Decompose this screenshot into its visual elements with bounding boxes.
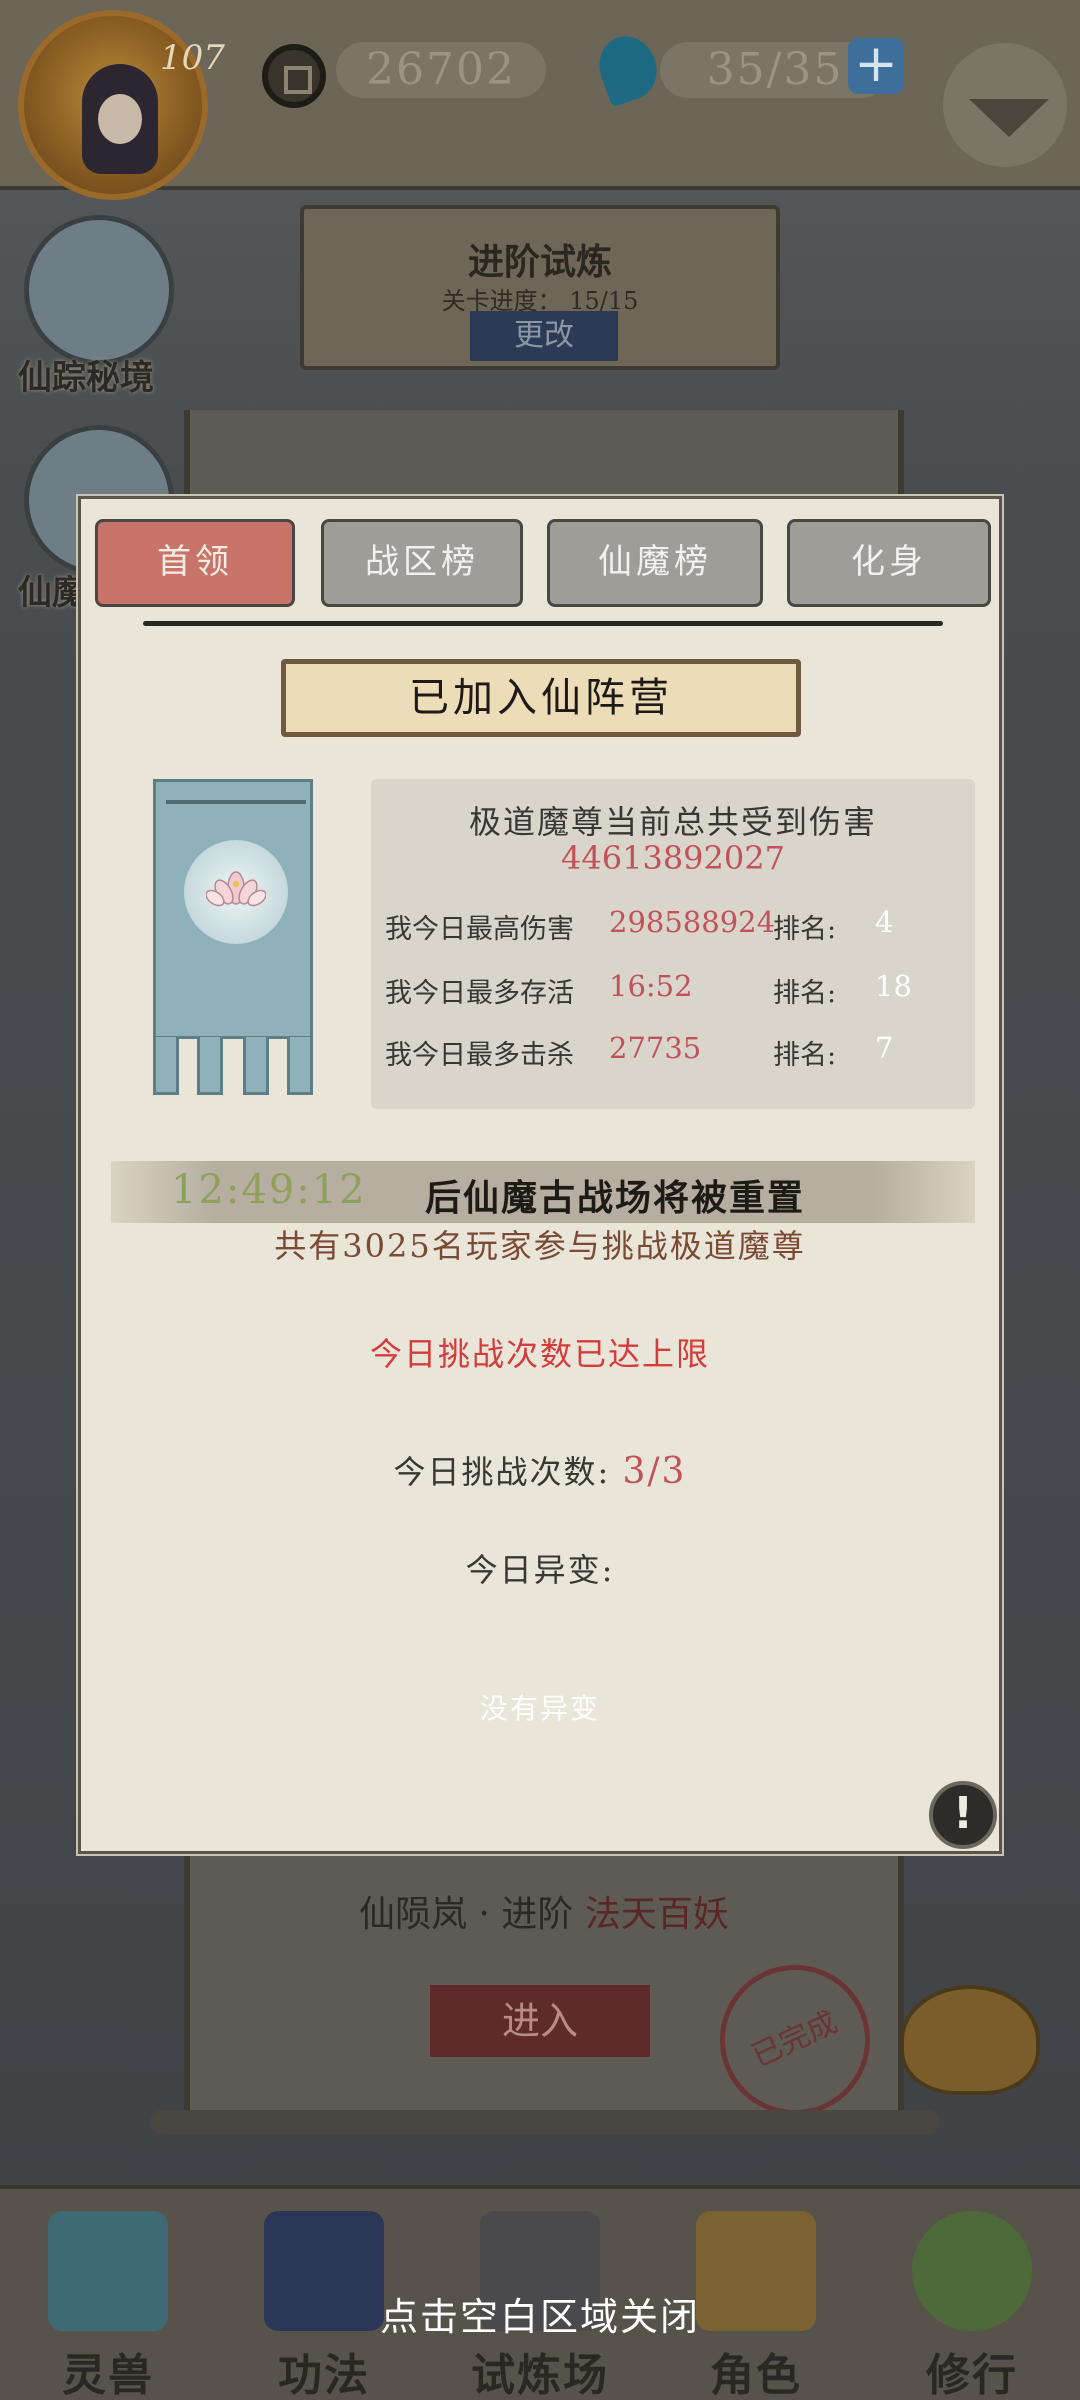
stat-value: 298588924 <box>609 905 776 939</box>
side-button-xianzong-label: 仙踪秘境 <box>18 358 154 398</box>
rank-value: 4 <box>875 905 894 939</box>
trial-scroll-header: 进阶试炼 关卡进度： 15/15 更改 <box>300 205 780 370</box>
nav-label-lingshou: 灵兽 <box>62 2350 154 2400</box>
add-energy-button[interactable]: + <box>848 38 904 94</box>
triangle-down-icon <box>969 99 1049 137</box>
stat-label: 我今日最多击杀 <box>385 1040 574 1071</box>
boss-damage-total: 44613892027 <box>561 839 785 877</box>
stat-value: 16:52 <box>609 969 693 1003</box>
coin-icon <box>262 44 326 108</box>
lotus-icon <box>206 871 266 907</box>
stat-row-kills: 我今日最多击杀 27735 排名: 7 <box>385 1031 965 1073</box>
tab-divider <box>143 621 943 626</box>
dropdown-menu-button[interactable] <box>940 40 1070 170</box>
daily-variant-value: 没有异变 <box>479 1692 600 1725</box>
camp-banner <box>153 779 313 1099</box>
tab-zhanqubang[interactable]: 战区榜 <box>321 519 523 607</box>
side-button-xianzong[interactable] <box>24 215 174 365</box>
challenge-count: 今日挑战次数: 3/3 <box>81 1447 999 1493</box>
banner-tail <box>197 1037 223 1095</box>
rank-value: 18 <box>875 969 912 1003</box>
reset-timer-text: 后仙魔古战场将被重置 <box>425 1178 806 1219</box>
nav-label-shilianchang: 试炼场 <box>471 2350 609 2400</box>
nav-label-xiuxing: 修行 <box>926 2350 1018 2400</box>
challenge-limit-notice: 今日挑战次数已达上限 <box>369 1335 710 1373</box>
reset-timer-strip: 12:49:12 后仙魔古战场将被重置 <box>111 1161 975 1223</box>
rank-label: 排名: <box>773 1040 837 1071</box>
stat-label: 我今日最高伤害 <box>385 914 574 945</box>
reset-timer: 12:49:12 <box>171 1167 367 1213</box>
boss-stats-box: 极道魔尊当前总共受到伤害 44613892027 我今日最高伤害 2985889… <box>371 779 975 1109</box>
nav-label-juese: 角色 <box>710 2350 802 2400</box>
avatar-portrait <box>82 64 158 174</box>
boss-damage-heading: 极道魔尊当前总共受到伤害 <box>468 803 877 841</box>
player-level: 107 <box>160 38 225 78</box>
rank-label: 排名: <box>773 914 837 945</box>
scroll-rod <box>150 2110 940 2134</box>
rank-value: 7 <box>875 1031 894 1065</box>
banner-tail <box>287 1037 313 1095</box>
banner-tail <box>243 1037 269 1095</box>
banner-cloth <box>153 779 313 1039</box>
side-button-xianmo-label: 仙魔 <box>18 573 86 613</box>
stage-difficulty: 法天百妖 <box>584 1894 729 1935</box>
cauldron-icon[interactable] <box>900 1985 1040 2095</box>
gold-amount: 26702 <box>336 42 546 98</box>
nav-label-gongfa: 功法 <box>278 2350 370 2400</box>
stat-label: 我今日最多存活 <box>385 978 574 1009</box>
stage-name: 仙陨岚 · 进阶 <box>359 1894 574 1935</box>
participants-text: 共有3025名玩家参与挑战极道魔尊 <box>274 1227 806 1265</box>
camp-status-label: 已加入仙阵营 <box>281 659 801 737</box>
info-icon[interactable]: ! <box>929 1781 997 1849</box>
trial-title: 进阶试炼 <box>467 241 612 283</box>
banner-tail <box>153 1037 179 1095</box>
challenge-count-label: 今日挑战次数: <box>393 1453 611 1491</box>
change-stage-button[interactable]: 更改 <box>470 311 618 361</box>
stat-row-survival: 我今日最多存活 16:52 排名: 18 <box>385 969 965 1011</box>
lotus-emblem <box>184 840 288 944</box>
tab-shouling[interactable]: 首领 <box>95 519 295 607</box>
stage-name-line: 仙陨岚 · 进阶 法天百妖 <box>184 1885 904 1937</box>
stat-value: 27735 <box>609 1031 702 1065</box>
enter-stage-button[interactable]: 进入 <box>430 1985 650 2057</box>
tab-xianmobang[interactable]: 仙魔榜 <box>547 519 763 607</box>
rank-label: 排名: <box>773 978 837 1009</box>
daily-variant-title: 今日异变: <box>465 1551 615 1589</box>
boss-modal-panel: 首领 战区榜 仙魔榜 化身 已加入仙阵营 极道魔尊当前总共受到伤害 446138… <box>78 496 1002 1854</box>
tab-huashen[interactable]: 化身 <box>787 519 991 607</box>
stat-row-damage: 我今日最高伤害 298588924 排名: 4 <box>385 905 965 947</box>
energy-icon <box>590 28 666 108</box>
top-hud: 107 26702 35/35 + <box>0 0 1080 200</box>
challenge-count-value: 3/3 <box>622 1451 687 1492</box>
close-hint[interactable]: 点击空白区域关闭 <box>0 2286 1080 2341</box>
